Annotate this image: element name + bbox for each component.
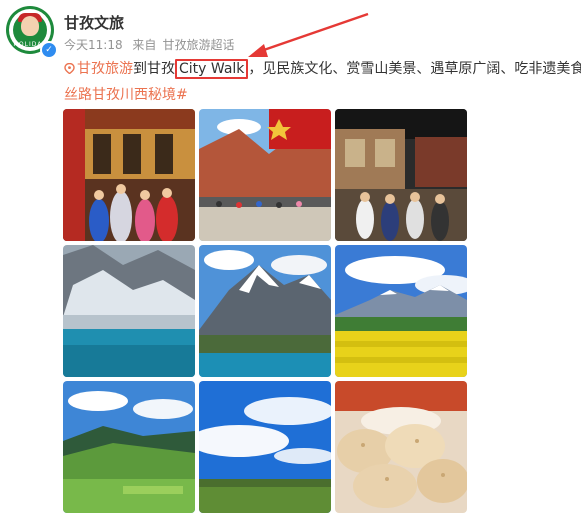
topic-link[interactable]: 甘孜旅游 (64, 61, 133, 77)
ethnic-performance-photo (63, 109, 195, 241)
annotation-arrow-icon (248, 12, 369, 57)
pastry-food-photo (335, 381, 467, 513)
source-link[interactable]: 甘孜旅游超话 (162, 38, 234, 52)
verified-icon: ✓ (40, 41, 58, 59)
image-5[interactable] (199, 245, 331, 377)
image-2[interactable] (199, 109, 331, 241)
image-3[interactable] (335, 109, 467, 241)
museum-visitors-photo (335, 109, 467, 241)
green-valley-photo (63, 381, 195, 513)
image-7[interactable] (63, 381, 195, 513)
mountain-mural-monument-photo (199, 109, 331, 241)
image-6[interactable] (335, 245, 467, 377)
image-grid (63, 109, 467, 513)
post-time[interactable]: 今天11:18 (64, 38, 123, 52)
image-8[interactable] (199, 381, 331, 513)
post-meta: 今天11:18 来自 甘孜旅游超话 (64, 36, 240, 53)
image-9[interactable] (335, 381, 467, 513)
post-text-part1: 到甘孜 (133, 61, 175, 77)
hashtag-link[interactable]: 丝路甘孜川西秘境# (64, 84, 188, 104)
author-name[interactable]: 甘孜文旅 (64, 12, 124, 33)
glacier-lake-photo (63, 245, 195, 377)
location-pin-icon (64, 63, 75, 74)
image-1[interactable] (63, 109, 195, 241)
snow-peak-lake-photo (199, 245, 331, 377)
topic-link-text[interactable]: 甘孜旅游 (77, 61, 133, 77)
post-body: 甘孜旅游到甘孜 City Walk ，见民族文化、赏雪山美景、遇草原广阔、吃非遗美食… (64, 59, 581, 79)
rapeseed-field-mountain-photo (335, 245, 467, 377)
highlight-city-walk: City Walk (175, 59, 249, 79)
source-label: 来自 (132, 38, 157, 52)
blue-sky-grassland-photo (199, 381, 331, 513)
avatar-face (21, 16, 39, 36)
post-text-part2: ，见民族文化、赏雪山美景、遇草原广阔、吃非遗美食！ (248, 61, 581, 77)
image-4[interactable] (63, 245, 195, 377)
